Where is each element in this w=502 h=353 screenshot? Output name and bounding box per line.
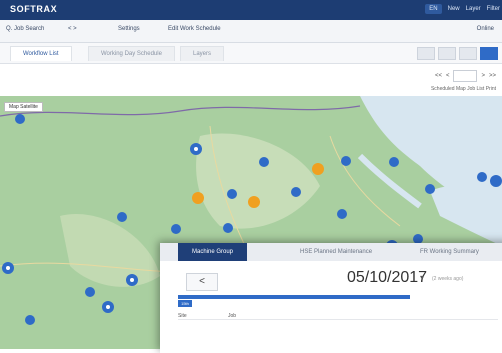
settings-button[interactable]: Settings <box>118 26 140 32</box>
tab-layers[interactable]: Layers <box>180 46 225 61</box>
brand-logo: SOFTRAX <box>10 4 58 14</box>
map-marker[interactable] <box>117 212 127 222</box>
header-link-filter[interactable]: Filter <box>487 6 500 12</box>
schedule-panel: Machine Group HSE Planned Maintenance FR… <box>160 243 502 353</box>
pager-back[interactable]: < <box>446 73 450 79</box>
header-link-new[interactable]: New <box>448 6 460 12</box>
map-marker-alert[interactable] <box>312 163 324 175</box>
marker-glyph <box>194 147 198 151</box>
map-marker[interactable] <box>490 175 502 187</box>
language-pill[interactable]: EN <box>425 4 442 14</box>
tab-fr-working-summary[interactable]: FR Working Summary <box>420 243 479 261</box>
nav-arrows[interactable]: < > <box>68 26 77 32</box>
map-marker[interactable] <box>171 224 181 234</box>
map-controls: << < > >> Scheduled Map Job List Print <box>0 64 502 96</box>
date-dropdown-icon[interactable]: ▾ <box>420 273 424 282</box>
map-marker[interactable] <box>227 189 237 199</box>
status-online: Online <box>476 26 494 32</box>
view-list-button[interactable] <box>417 47 435 60</box>
row-divider <box>178 319 498 320</box>
current-date: 05/10/2017 <box>347 269 428 286</box>
map-legend-text: Scheduled Map Job List Print <box>430 86 496 92</box>
pager-next[interactable]: > <box>481 73 485 79</box>
tab-working-day-schedule[interactable]: Working Day Schedule <box>88 46 175 61</box>
toolbar: Q. Job Search < > Settings Edit Work Sch… <box>0 20 502 43</box>
map-marker-alert[interactable] <box>192 192 204 204</box>
panel-tabs: Machine Group HSE Planned Maintenance FR… <box>160 243 502 261</box>
tab-machine-group[interactable]: Machine Group <box>178 243 248 261</box>
pager-input[interactable] <box>453 70 478 82</box>
date-relative: (2 weeks ago) <box>432 276 464 282</box>
view-calendar-button[interactable] <box>459 47 477 60</box>
date-bar: < 05/10/2017 ▾ (2 weeks ago) <box>160 267 502 293</box>
view-map-button[interactable] <box>480 47 498 60</box>
map-marker[interactable] <box>25 315 35 325</box>
map-marker[interactable] <box>259 157 269 167</box>
marker-glyph <box>130 278 134 282</box>
view-grid-button[interactable] <box>438 47 456 60</box>
map-marker[interactable] <box>85 287 95 297</box>
app-header: SOFTRAX EN New Layer Filter <box>0 0 502 20</box>
map-marker[interactable] <box>425 184 435 194</box>
marker-glyph <box>6 266 10 270</box>
map-marker-alert[interactable] <box>248 196 260 208</box>
map-marker[interactable] <box>341 156 351 166</box>
pager-last[interactable]: >> <box>489 73 496 79</box>
pager: << < > >> <box>435 70 496 82</box>
marker-glyph <box>106 305 110 309</box>
map-marker[interactable] <box>477 172 487 182</box>
job-search-button[interactable]: Q. Job Search <box>6 26 44 32</box>
view-mode-buttons <box>417 47 498 60</box>
prev-date-button[interactable]: < <box>186 273 218 291</box>
timeline-bar <box>178 295 410 299</box>
map-marker[interactable] <box>337 209 347 219</box>
tab-hse-planned-maintenance[interactable]: HSE Planned Maintenance <box>300 243 372 261</box>
pager-prev[interactable]: << <box>435 73 442 79</box>
tab-workflow-list[interactable]: Workflow List <box>10 46 72 61</box>
map-marker[interactable] <box>291 187 301 197</box>
header-link-layer[interactable]: Layer <box>466 6 481 12</box>
map-type-control[interactable]: Map Satellite <box>4 102 43 112</box>
timeline-label: 15th <box>178 300 192 307</box>
edit-schedule-button[interactable]: Edit Work Schedule <box>168 26 221 32</box>
map-marker[interactable] <box>15 114 25 124</box>
view-tabs: Workflow List Working Day Schedule Layer… <box>0 43 502 64</box>
header-actions: EN New Layer Filter <box>425 4 500 14</box>
map-marker[interactable] <box>389 157 399 167</box>
map-marker[interactable] <box>223 223 233 233</box>
